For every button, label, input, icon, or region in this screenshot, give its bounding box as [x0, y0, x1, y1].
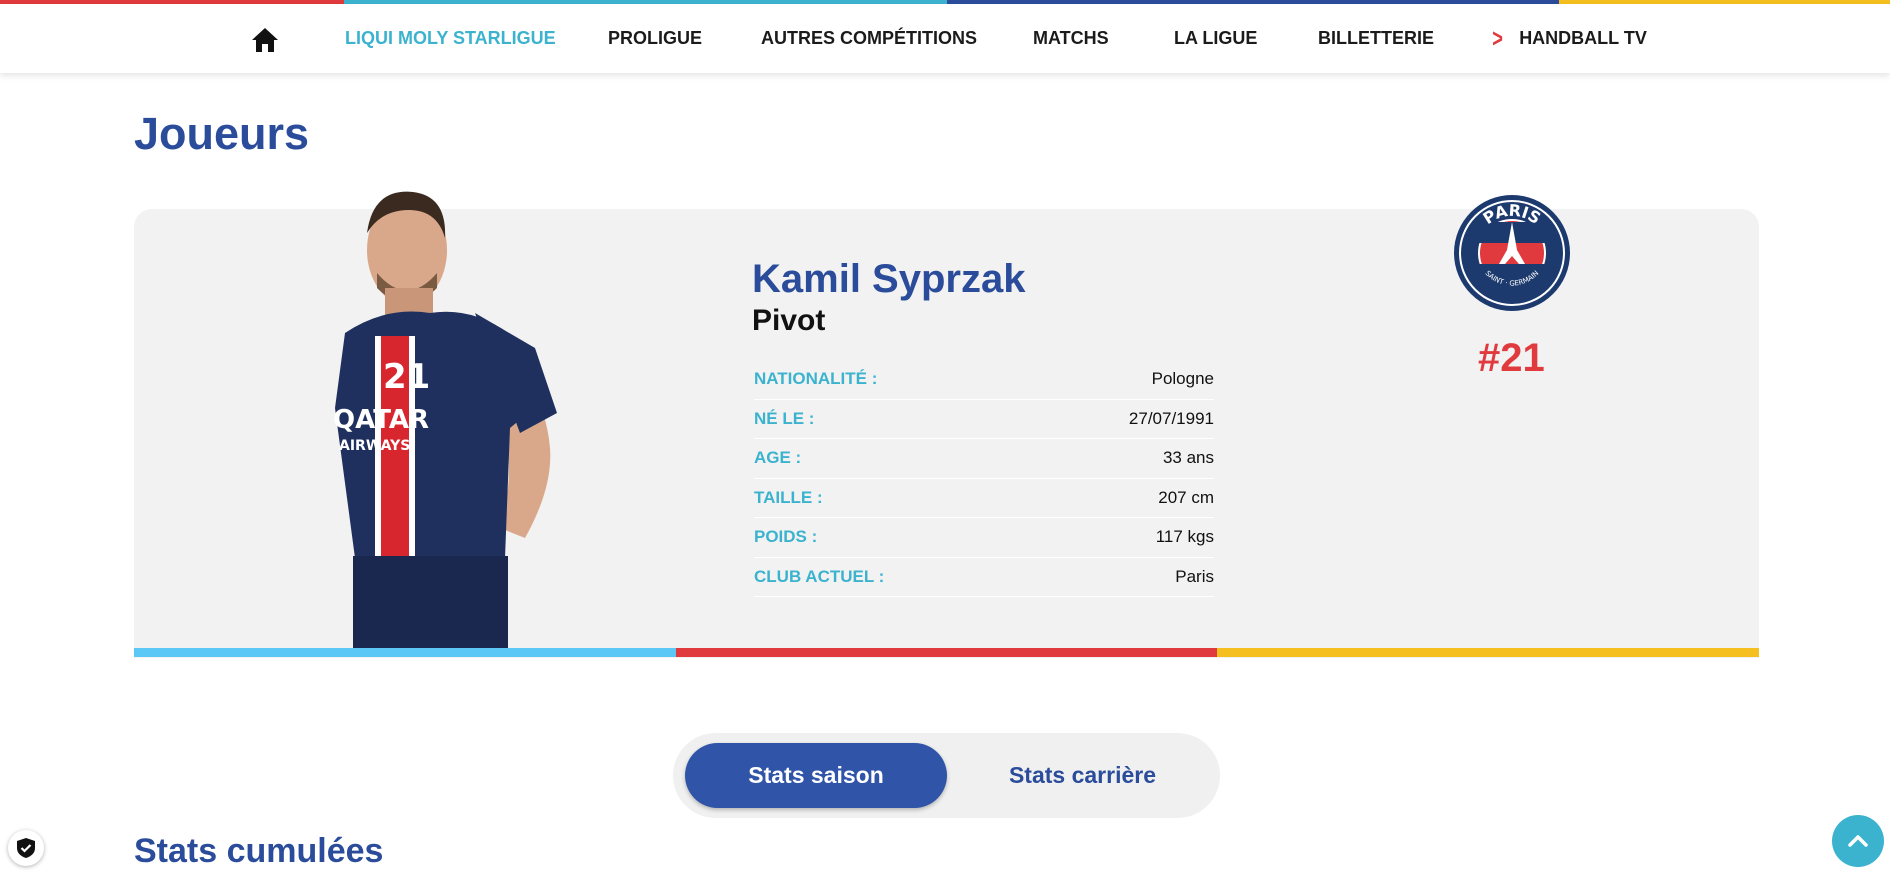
- nav-item-autres-competitions[interactable]: AUTRES COMPÉTITIONS: [761, 4, 977, 73]
- nav-item-matchs[interactable]: MATCHS: [1033, 4, 1109, 73]
- info-label: POIDS :: [754, 527, 818, 547]
- nav-item-proligue[interactable]: PROLIGUE: [608, 4, 702, 73]
- shirt-number: #21: [1478, 336, 1545, 380]
- svg-text:QATAR: QATAR: [333, 405, 429, 435]
- player-name: Kamil Syprzak: [752, 257, 1026, 301]
- info-value: 207 cm: [1158, 487, 1214, 507]
- info-value: Pologne: [1151, 369, 1214, 389]
- shield-check-icon: [17, 838, 35, 858]
- nav-item-handball-tv[interactable]: > HANDBALL TV: [1490, 4, 1647, 73]
- nav-item-la-ligue[interactable]: LA LIGUE: [1174, 4, 1257, 73]
- info-row-poids: POIDS : 117 kgs: [754, 518, 1214, 558]
- info-row-taille: TAILLE : 207 cm: [754, 479, 1214, 518]
- home-icon[interactable]: [250, 26, 280, 54]
- svg-text:AIRWAYS: AIRWAYS: [339, 438, 410, 454]
- info-value: Paris: [1175, 566, 1214, 586]
- player-card-color-stripe: [134, 648, 1760, 657]
- info-row-ne-le: NÉ LE : 27/07/1991: [754, 400, 1214, 439]
- main-navbar: LIQUI MOLY STARLIGUE PROLIGUE AUTRES COM…: [0, 4, 1890, 73]
- nav-item-billetterie[interactable]: BILLETTERIE: [1318, 4, 1434, 73]
- info-label: TAILLE :: [754, 487, 823, 507]
- stats-saison-button[interactable]: Stats saison: [685, 743, 947, 808]
- player-position: Pivot: [752, 304, 826, 337]
- stats-carriere-button[interactable]: Stats carrière: [955, 743, 1210, 808]
- privacy-settings-button[interactable]: [8, 830, 44, 866]
- player-photo: QATAR AIRWAYS 21: [333, 191, 557, 648]
- stats-section-title: Stats cumulées: [134, 832, 384, 870]
- page-title: Joueurs: [134, 108, 310, 159]
- svg-text:21: 21: [383, 357, 430, 397]
- info-value: 33 ans: [1162, 448, 1214, 468]
- nav-item-liqui-moly-starligue[interactable]: LIQUI MOLY STARLIGUE: [345, 4, 556, 73]
- info-value: 117 kgs: [1155, 527, 1214, 547]
- player-info-table: NATIONALITÉ : Pologne NÉ LE : 27/07/1991…: [754, 360, 1214, 597]
- club-logo-psg[interactable]: PARIS SAINT · GERMAIN: [1453, 194, 1571, 312]
- info-row-nationalite: NATIONALITÉ : Pologne: [754, 360, 1214, 400]
- info-label: AGE :: [754, 448, 802, 468]
- info-label: NATIONALITÉ :: [754, 369, 878, 389]
- info-row-club-actuel: CLUB ACTUEL : Paris: [754, 558, 1214, 597]
- chevron-right-icon: >: [1492, 23, 1503, 53]
- scroll-to-top-button[interactable]: [1832, 815, 1884, 867]
- info-label: NÉ LE :: [754, 408, 815, 428]
- info-label: CLUB ACTUEL :: [754, 566, 885, 586]
- stats-toggle: Stats saison Stats carrière: [673, 733, 1220, 818]
- chevron-up-icon: [1848, 835, 1868, 847]
- info-row-age: AGE : 33 ans: [754, 439, 1214, 479]
- info-value: 27/07/1991: [1128, 408, 1214, 428]
